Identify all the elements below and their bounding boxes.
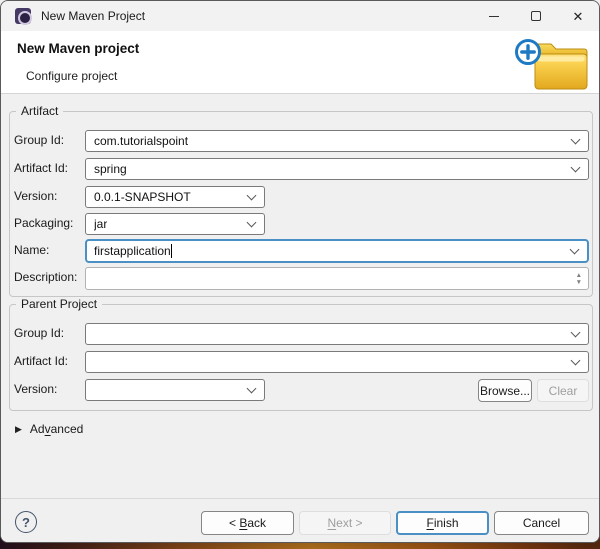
eclipse-wizard-icon — [15, 8, 32, 25]
help-icon: ? — [22, 514, 30, 530]
version-combo[interactable]: 0.0.1-SNAPSHOT — [85, 186, 265, 208]
chevron-down-icon[interactable] — [246, 383, 257, 394]
clear-button: Clear — [537, 379, 589, 402]
page-title: New Maven project — [17, 41, 140, 56]
version-label: Version: — [14, 189, 58, 203]
maximize-icon — [531, 11, 541, 21]
next-button: Next > — [299, 511, 391, 535]
group-id-combo[interactable]: com.tutorialspoint — [85, 130, 589, 152]
minimize-icon — [489, 15, 499, 17]
advanced-label: Advanced — [29, 422, 84, 436]
close-icon: ✕ — [572, 8, 584, 24]
description-label: Description: — [14, 270, 78, 284]
chevron-down-icon[interactable] — [570, 134, 581, 145]
cancel-button-label: Cancel — [522, 516, 561, 530]
spinner-down-icon[interactable]: ▼ — [576, 279, 582, 286]
title-bar[interactable]: New Maven Project ✕ — [1, 1, 599, 31]
browse-button-label: Browse... — [479, 383, 530, 398]
spinner-up-icon[interactable]: ▲ — [576, 272, 582, 279]
new-folder-icon — [515, 39, 588, 90]
parent-artifact-id-combo[interactable] — [85, 351, 589, 373]
text-caret — [170, 244, 172, 258]
back-button-label: < Back — [228, 516, 267, 530]
parent-artifact-id-label: Artifact Id: — [14, 354, 69, 368]
expander-arrow-icon[interactable]: ▶ — [15, 424, 22, 435]
chevron-down-icon[interactable] — [570, 327, 581, 338]
next-button-label: Next > — [327, 516, 363, 530]
help-button[interactable]: ? — [15, 511, 37, 533]
packaging-label: Packaging: — [14, 216, 74, 230]
browse-button[interactable]: Browse... — [478, 379, 532, 402]
cancel-button[interactable]: Cancel — [494, 511, 589, 535]
name-value: firstapplication — [94, 244, 171, 258]
chevron-down-icon[interactable] — [569, 244, 580, 255]
parent-version-combo[interactable] — [85, 379, 265, 401]
name-combo[interactable]: firstapplication — [85, 239, 589, 263]
group-id-label: Group Id: — [14, 133, 65, 147]
description-field[interactable]: ▲ ▼ — [85, 267, 589, 290]
parent-version-label: Version: — [14, 382, 58, 396]
packaging-value: jar — [94, 217, 108, 231]
window-controls: ✕ — [473, 1, 599, 31]
artifact-id-label: Artifact Id: — [14, 161, 69, 175]
parent-group-id-combo[interactable] — [85, 323, 589, 345]
finish-button[interactable]: Finish — [396, 511, 489, 535]
version-value: 0.0.1-SNAPSHOT — [94, 190, 191, 204]
parent-project-legend: Parent Project — [16, 297, 103, 311]
minimize-button[interactable] — [473, 1, 515, 31]
group-id-value: com.tutorialspoint — [94, 134, 189, 148]
artifact-group-legend: Artifact — [16, 104, 64, 118]
chevron-down-icon[interactable] — [570, 355, 581, 366]
maximize-button[interactable] — [515, 1, 557, 31]
new-maven-project-dialog: New Maven Project ✕ New Maven project Co… — [0, 0, 600, 543]
chevron-down-icon[interactable] — [570, 162, 581, 173]
advanced-expander[interactable]: ▶ Advanced — [15, 422, 83, 436]
close-button[interactable]: ✕ — [557, 1, 599, 31]
name-label: Name: — [14, 243, 50, 257]
window-title: New Maven Project — [41, 9, 146, 23]
chevron-down-icon[interactable] — [246, 190, 257, 201]
back-button[interactable]: < Back — [201, 511, 294, 535]
chevron-down-icon[interactable] — [246, 217, 257, 228]
packaging-combo[interactable]: jar — [85, 213, 265, 235]
clear-button-label: Clear — [548, 383, 578, 398]
wizard-header: New Maven project Configure project — [1, 31, 599, 94]
artifact-id-combo[interactable]: spring — [85, 158, 589, 180]
parent-group-id-label: Group Id: — [14, 326, 65, 340]
page-subtitle: Configure project — [26, 69, 118, 83]
artifact-id-value: spring — [94, 162, 127, 176]
scroll-spinner[interactable]: ▲ ▼ — [576, 272, 582, 286]
finish-button-label: Finish — [426, 516, 459, 530]
